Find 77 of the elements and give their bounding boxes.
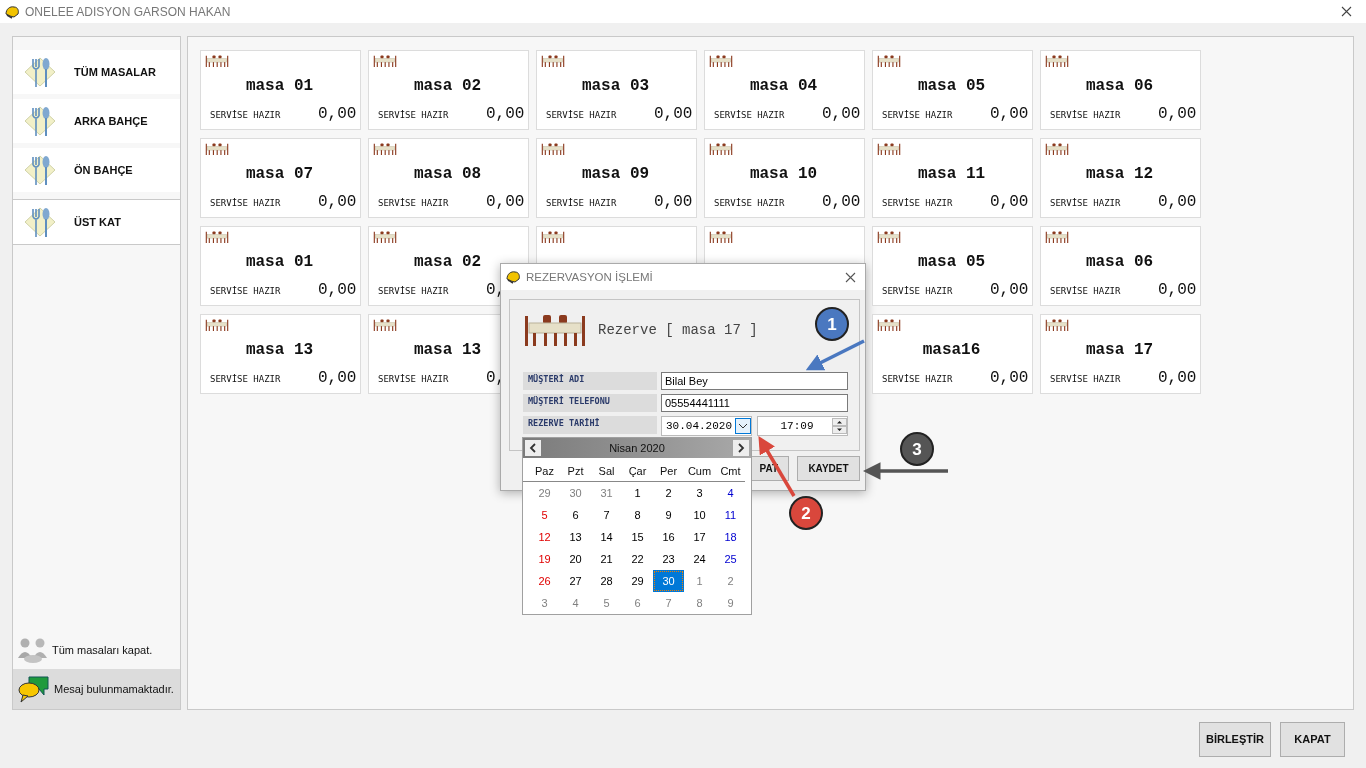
- table-status: SERVİSE HAZIR: [1050, 110, 1122, 120]
- table-status: SERVİSE HAZIR: [378, 374, 450, 384]
- table-name: masa 06: [1084, 77, 1155, 97]
- table-total: 0,00: [654, 105, 693, 123]
- field-label: MÜŞTERİ ADI: [523, 372, 657, 390]
- weekday-label: Per: [658, 465, 679, 477]
- field-label: REZERVE TARİHİ: [523, 416, 657, 434]
- table-total: 0,00: [990, 193, 1029, 211]
- table-name: masa 01: [244, 253, 315, 273]
- table-name: masa 02: [412, 253, 483, 273]
- table-name: masa 01: [244, 77, 315, 97]
- table-status: SERVİSE HAZIR: [882, 286, 954, 296]
- table-name: masa 05: [916, 77, 987, 97]
- weekday-label: Cum: [686, 465, 713, 477]
- table-total: 0,00: [990, 281, 1029, 299]
- table-total: 0,: [486, 369, 506, 387]
- dialog-title: REZERVASYON İŞLEMİ: [526, 271, 653, 283]
- window-title: ONELEE ADISYON GARSON HAKAN: [25, 4, 231, 19]
- table-name: masa 04: [748, 77, 819, 97]
- weekday-label: Çar: [627, 465, 648, 477]
- table-total: 0,00: [318, 105, 357, 123]
- weekday-label: Sal: [597, 465, 616, 477]
- table-status: SERVİSE HAZIR: [210, 374, 282, 384]
- table-status: SERVİSE HAZIR: [1050, 198, 1122, 208]
- table-status: SERVİSE HAZIR: [714, 198, 786, 208]
- table-status: SERVİSE HAZIR: [210, 110, 282, 120]
- table-name: masa 09: [580, 165, 651, 185]
- table-status: SERVİSE HAZIR: [882, 198, 954, 208]
- table-status: SERVİSE HAZIR: [210, 198, 282, 208]
- table-status: SERVİSE HAZIR: [882, 374, 954, 384]
- table-name: masa 12: [1084, 165, 1155, 185]
- message-text: Mesaj bulunmamaktadır.: [54, 683, 174, 695]
- table-status: SERVİSE HAZIR: [378, 110, 450, 120]
- table-total: 0,00: [990, 105, 1029, 123]
- table-status: SERVİSE HAZIR: [546, 110, 618, 120]
- table-total: 0,00: [1158, 105, 1197, 123]
- table-status: SERVİSE HAZIR: [1050, 374, 1122, 384]
- table-name: masa 06: [1084, 253, 1155, 273]
- field-label: MÜŞTERİ TELEFONU: [523, 394, 657, 412]
- table-status: SERVİSE HAZIR: [714, 110, 786, 120]
- table-total: 0,00: [822, 105, 861, 123]
- step-badge: 2: [789, 496, 823, 530]
- table-name: masa 10: [748, 165, 819, 185]
- table-status: SERVİSE HAZIR: [546, 198, 618, 208]
- table-total: 0,00: [654, 193, 693, 211]
- weekday-label: Paz: [534, 465, 555, 477]
- table-name: masa 08: [412, 165, 483, 185]
- table-name: masa 02: [412, 77, 483, 97]
- table-name: masa 11: [916, 165, 987, 185]
- step-badge: 3: [900, 432, 934, 466]
- dialog-heading: Rezerve [ masa 17 ]: [598, 322, 758, 338]
- table-status: SERVİSE HAZIR: [210, 286, 282, 296]
- table-name: masa 07: [244, 165, 315, 185]
- table-status: SERVİSE HAZIR: [1050, 286, 1122, 296]
- table-total: 0,00: [486, 105, 525, 123]
- table-status: SERVİSE HAZIR: [882, 110, 954, 120]
- table-total: 0,00: [318, 193, 357, 211]
- table-name: masa 13: [244, 341, 315, 361]
- table-total: 0,00: [1158, 369, 1197, 387]
- month-label: Nisan 2020: [609, 442, 665, 454]
- table-name: masa 17: [1084, 341, 1155, 361]
- table-total: 0,00: [822, 193, 861, 211]
- table-total: 0,00: [1158, 193, 1197, 211]
- table-total: 0,00: [486, 193, 525, 211]
- table-name: masa 03: [580, 77, 651, 97]
- table-total: 0,00: [1158, 281, 1197, 299]
- table-status: SERVİSE HAZIR: [378, 198, 450, 208]
- step-badge: 1: [815, 307, 849, 341]
- table-status: SERVİSE HAZIR: [378, 286, 450, 296]
- table-total: 0,00: [990, 369, 1029, 387]
- table-total: 0,00: [318, 281, 357, 299]
- table-total: 0,: [486, 281, 506, 299]
- weekday-label: Pzt: [566, 465, 585, 477]
- table-name: masa 13: [412, 341, 483, 361]
- table-name: masa16: [921, 341, 982, 361]
- table-name: masa 05: [916, 253, 987, 273]
- table-total: 0,00: [318, 369, 357, 387]
